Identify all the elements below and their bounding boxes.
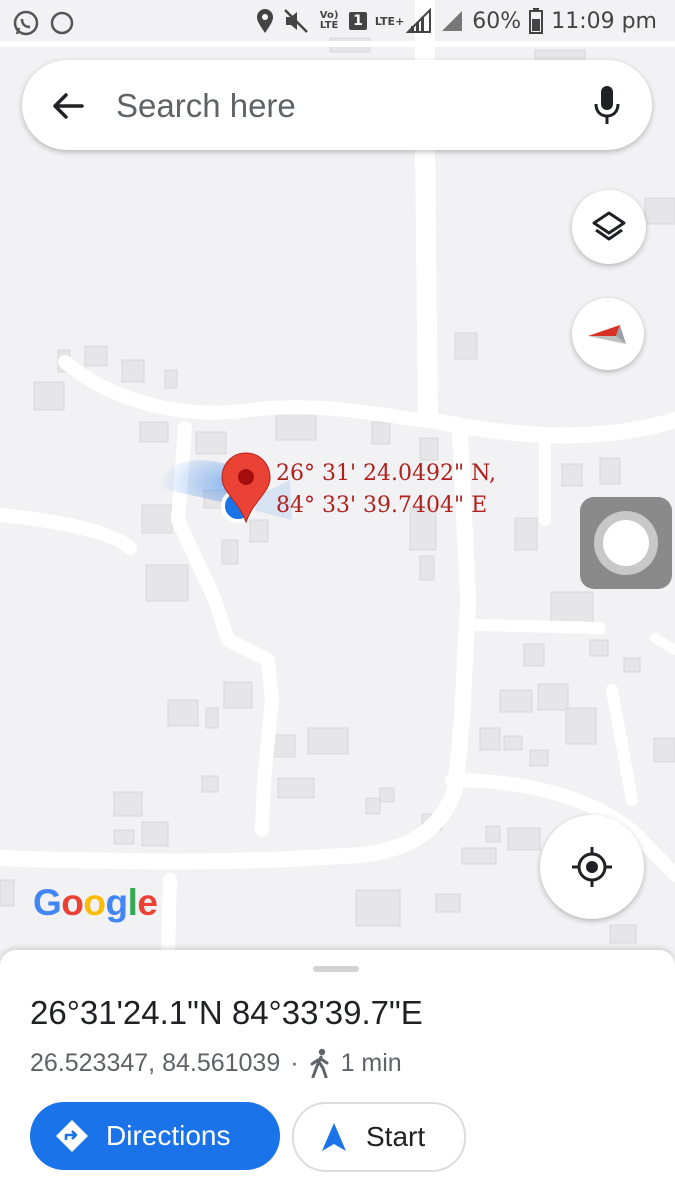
back-arrow-icon[interactable]	[50, 88, 86, 124]
search-input[interactable]	[114, 80, 578, 132]
my-location-icon	[572, 847, 612, 887]
sheet-drag-handle[interactable]	[313, 966, 359, 972]
directions-button[interactable]: Directions	[30, 1102, 280, 1170]
directions-icon	[56, 1120, 88, 1152]
status-bar: Vo) LTE 1 LTE+ 60% 11:09 pm	[0, 0, 675, 46]
navigation-arrow-icon	[322, 1123, 346, 1151]
location-icon	[257, 9, 274, 33]
coordinates-title: 26°31'24.1"N 84°33'39.7"E	[30, 994, 423, 1031]
battery-icon	[529, 8, 544, 34]
coordinate-annotation: 26° 31' 24.0492" N, 84° 33' 39.7404" E	[276, 458, 496, 522]
sim-icon: 1	[349, 12, 367, 30]
volte-icon: Vo) LTE	[319, 10, 339, 31]
status-time: 11:09 pm	[551, 8, 657, 34]
coordinates-subtitle: 26.523347, 84.561039 · 1 min	[30, 1048, 402, 1078]
network-type: LTE+	[374, 14, 405, 28]
separator-dot: ·	[290, 1048, 299, 1077]
assistive-touch-icon	[594, 511, 658, 575]
compass-button[interactable]	[572, 298, 644, 370]
compass-icon	[588, 325, 626, 344]
place-bottom-sheet[interactable]: 26°31'24.1"N 84°33'39.7"E 26.523347, 84.…	[0, 950, 675, 1200]
annotation-longitude: 84° 33' 39.7404" E	[276, 493, 488, 518]
google-logo: Google	[33, 882, 158, 923]
my-location-button[interactable]	[540, 815, 644, 919]
signal-icon	[442, 11, 463, 31]
walk-time: 1 min	[340, 1048, 402, 1077]
layers-icon	[592, 211, 626, 241]
mute-icon	[284, 9, 308, 33]
whatsapp-icon	[13, 10, 39, 36]
start-button[interactable]: Start	[292, 1102, 466, 1172]
assistive-touch-button[interactable]	[580, 497, 672, 589]
walking-icon	[310, 1048, 329, 1078]
directions-label: Directions	[106, 1120, 231, 1151]
start-label: Start	[366, 1121, 426, 1152]
annotation-latitude: 26° 31' 24.0492" N,	[276, 461, 496, 486]
search-bar[interactable]	[22, 60, 652, 150]
battery-percent: 60%	[472, 8, 522, 34]
layers-button[interactable]	[572, 190, 646, 264]
mic-icon[interactable]	[592, 84, 622, 128]
lte-signal-icon: LTE+	[375, 8, 432, 34]
circle-icon	[50, 11, 74, 35]
decimal-coordinates: 26.523347, 84.561039	[30, 1048, 281, 1077]
